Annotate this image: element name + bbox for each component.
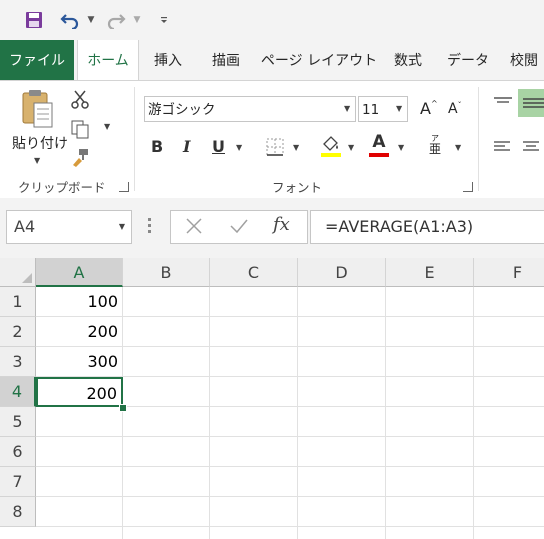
redo-dropdown-icon[interactable]: ▼ — [130, 8, 144, 32]
select-all-corner[interactable] — [0, 258, 36, 287]
name-box-value: A4 — [14, 217, 36, 236]
align-left-icon[interactable] — [494, 139, 512, 158]
cancel-icon[interactable] — [185, 217, 203, 239]
font-launcher-icon[interactable] — [463, 182, 473, 192]
formula-text: =AVERAGE(A1:A3) — [325, 217, 474, 236]
cut-icon[interactable] — [70, 89, 90, 113]
formula-controls: fx — [170, 210, 308, 244]
name-box[interactable]: A4 ▼ — [6, 210, 132, 244]
tab-data[interactable]: データ — [438, 40, 498, 80]
decrease-font-size-icon[interactable]: Aˇ — [448, 101, 462, 117]
align-middle-icon[interactable] — [518, 89, 544, 117]
ribbon-tabs: ファイル ホーム 挿入 描画 ページ レイアウト 数式 データ 校閲 — [0, 40, 544, 81]
column-header-c[interactable]: C — [210, 258, 298, 287]
grid-row-line — [36, 526, 544, 527]
grid-column-line — [209, 287, 210, 539]
font-color-dropdown-icon[interactable]: ▼ — [398, 143, 404, 152]
quick-access-toolbar: ▼ ▼ — [0, 0, 544, 40]
cell-a1[interactable]: 100 — [36, 287, 123, 317]
grid-column-line — [385, 287, 386, 539]
grid-column-line — [473, 287, 474, 539]
grid-column-line — [297, 287, 298, 539]
copy-dropdown-icon[interactable]: ▼ — [104, 122, 110, 131]
tab-formulas[interactable]: 数式 — [382, 40, 434, 80]
customize-qat-icon[interactable] — [156, 8, 172, 32]
worksheet-grid: A B C D E F 1 2 3 4 5 6 7 8 100 200 300 … — [0, 258, 544, 539]
row-header-1[interactable]: 1 — [0, 287, 36, 317]
row-header-3[interactable]: 3 — [0, 347, 36, 377]
paste-dropdown-icon[interactable]: ▼ — [34, 156, 40, 165]
font-color-swatch — [369, 153, 389, 157]
cell-a4-active[interactable]: 200 — [36, 377, 123, 407]
group-divider — [134, 87, 135, 191]
borders-icon[interactable] — [266, 138, 284, 160]
column-header-d[interactable]: D — [298, 258, 386, 287]
row-header-4[interactable]: 4 — [0, 377, 36, 407]
redo-icon[interactable] — [104, 8, 128, 32]
clipboard-launcher-icon[interactable] — [119, 182, 129, 192]
bold-button[interactable]: B — [151, 137, 163, 156]
decrease-font-letter: A — [448, 101, 458, 117]
copy-icon[interactable] — [70, 119, 90, 143]
tab-file[interactable]: ファイル — [0, 40, 74, 80]
row-header-5[interactable]: 5 — [0, 407, 36, 437]
font-size-dropdown-icon[interactable]: ▼ — [396, 104, 402, 113]
ribbon: 貼り付け ▼ ▼ クリップボード 游ゴシック ▼ 11 ▼ A^ Aˇ B I … — [0, 80, 544, 200]
formula-input[interactable]: =AVERAGE(A1:A3) — [310, 210, 544, 244]
italic-button[interactable]: I — [183, 137, 190, 156]
undo-dropdown-icon[interactable]: ▼ — [84, 8, 98, 32]
font-color-letter: A — [372, 132, 386, 152]
save-icon[interactable] — [22, 8, 46, 32]
phonetic-dropdown-icon[interactable]: ▼ — [455, 143, 461, 152]
column-header-b[interactable]: B — [123, 258, 210, 287]
cell-a3[interactable]: 300 — [36, 347, 123, 377]
font-color-icon[interactable]: A — [368, 132, 390, 158]
grid-row-line — [36, 496, 544, 497]
increase-font-letter: A — [420, 99, 431, 118]
fill-color-icon[interactable] — [320, 134, 342, 162]
column-header-f[interactable]: F — [474, 258, 544, 287]
font-name-dropdown-icon[interactable]: ▼ — [344, 104, 350, 113]
fill-color-dropdown-icon[interactable]: ▼ — [348, 143, 354, 152]
decrease-caret: ˇ — [457, 101, 462, 110]
grid-row-line — [36, 436, 544, 437]
tab-home[interactable]: ホーム — [77, 40, 139, 81]
tab-review[interactable]: 校閲 — [502, 40, 544, 80]
name-box-dropdown-icon[interactable]: ▼ — [119, 222, 125, 231]
fill-handle[interactable] — [119, 404, 127, 412]
enter-icon[interactable] — [229, 217, 249, 239]
align-top-icon[interactable] — [494, 95, 512, 114]
font-group-label: フォント — [272, 180, 323, 195]
row-header-7[interactable]: 7 — [0, 467, 36, 497]
underline-dropdown-icon[interactable]: ▼ — [236, 143, 242, 152]
undo-icon[interactable] — [58, 8, 82, 32]
phonetic-bottom: 亜 — [428, 142, 441, 156]
row-header-6[interactable]: 6 — [0, 437, 36, 467]
column-header-e[interactable]: E — [386, 258, 474, 287]
tab-insert[interactable]: 挿入 — [142, 40, 194, 80]
row-header-2[interactable]: 2 — [0, 317, 36, 347]
insert-function-icon[interactable]: fx — [273, 214, 290, 235]
paste-icon[interactable] — [20, 89, 54, 129]
tab-draw[interactable]: 描画 — [198, 40, 254, 80]
align-center-icon[interactable] — [522, 139, 540, 158]
increase-caret: ^ — [430, 99, 438, 108]
formula-bar-grip-icon[interactable] — [148, 218, 152, 233]
paste-button-label[interactable]: 貼り付け — [12, 133, 68, 153]
formula-bar-area: A4 ▼ fx =AVERAGE(A1:A3) — [0, 198, 544, 258]
font-name-box[interactable]: 游ゴシック — [144, 96, 356, 122]
grid-row-line — [36, 466, 544, 467]
increase-font-size-icon[interactable]: A^ — [420, 99, 438, 118]
group-divider — [478, 87, 479, 191]
tab-page-layout[interactable]: ページ レイアウト — [258, 40, 380, 80]
row-header-8[interactable]: 8 — [0, 497, 36, 527]
underline-button[interactable]: U — [212, 137, 225, 156]
column-header-a[interactable]: A — [36, 258, 123, 287]
cell-a2[interactable]: 200 — [36, 317, 123, 347]
clipboard-group-label: クリップボード — [18, 180, 106, 195]
borders-dropdown-icon[interactable]: ▼ — [293, 143, 299, 152]
format-painter-icon[interactable] — [70, 147, 90, 171]
phonetic-guide-icon[interactable]: ア 亜 — [428, 133, 442, 155]
